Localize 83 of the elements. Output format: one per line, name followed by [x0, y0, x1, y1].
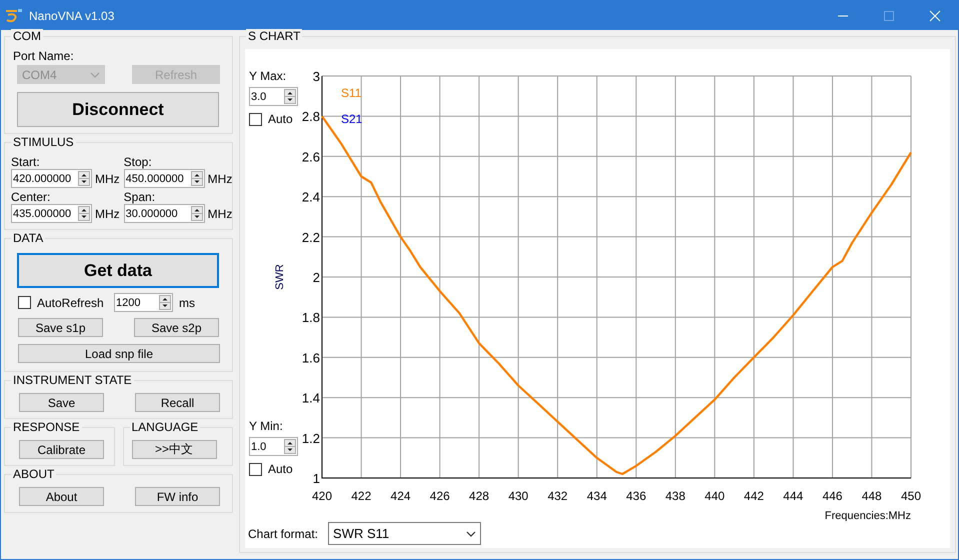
x-tick-label: 432: [548, 489, 568, 503]
about-button[interactable]: About: [19, 487, 104, 506]
close-icon: [929, 10, 941, 22]
field-label: Center:: [11, 190, 52, 204]
x-tick-label: 420: [312, 489, 332, 503]
field-label: Port Name:: [13, 49, 75, 63]
x-tick-label: 426: [430, 489, 450, 503]
x-tick-label: 434: [586, 489, 607, 503]
caret-icon: [466, 530, 476, 536]
x-tick-label: 442: [744, 489, 764, 503]
field-label: Start:: [11, 155, 41, 169]
spinner-icon[interactable]: [190, 169, 205, 188]
disconnect-button[interactable]: Disconnect: [17, 92, 219, 127]
x-tick-label: 444: [783, 489, 804, 503]
group-title: STIMULUS: [11, 135, 76, 149]
group-title: ABOUT: [11, 467, 56, 481]
axis-title: Frequencies:MHz: [824, 510, 911, 521]
window-title: NanoVNA v1.03: [29, 8, 116, 22]
checkbox-label: Auto: [268, 462, 293, 476]
y-tick-label: 1.4: [302, 390, 320, 406]
y-tick-label: 1.6: [302, 350, 320, 366]
axis-title: SWR: [274, 264, 286, 290]
group-title: INSTRUMENT STATE: [11, 373, 134, 387]
group-title: COM: [11, 29, 43, 43]
y-tick-label: 1.2: [302, 430, 320, 446]
field-label: Stop:: [124, 155, 153, 169]
field-label: Y Max:: [249, 69, 288, 83]
y-tick-label: 1: [312, 471, 320, 486]
language-button[interactable]: >>中文: [132, 440, 216, 459]
chart-format-dropdown[interactable]: SWR S11: [328, 522, 482, 545]
save-file-button[interactable]: Save s2p: [134, 318, 219, 337]
field-label: Chart format:: [248, 526, 318, 540]
x-tick-label: 438: [665, 489, 686, 503]
caret-icon: [90, 72, 100, 78]
field-label: Y Min:: [249, 419, 284, 433]
y-tick-label: 2.8: [302, 109, 320, 124]
state-button[interactable]: Save: [19, 393, 104, 412]
get-data-button[interactable]: Get data: [17, 253, 219, 288]
legend-label: S11: [341, 86, 362, 100]
y-tick-label: 2.6: [302, 149, 320, 164]
spinner-icon[interactable]: [284, 87, 298, 106]
y-tick-label: 3: [312, 69, 320, 84]
app-icon: [5, 8, 23, 24]
spinner-icon[interactable]: [78, 169, 92, 188]
unit-label: MHz: [208, 206, 232, 220]
load-file-button[interactable]: Load snp file: [18, 344, 220, 363]
about-button[interactable]: FW info: [135, 487, 220, 506]
x-tick-label: 440: [704, 489, 725, 503]
y-tick-label: 2.2: [302, 230, 320, 245]
checkbox-label: AutoRefresh: [37, 296, 104, 310]
x-tick-label: 448: [862, 489, 882, 503]
y-tick-label: 2.4: [302, 190, 320, 205]
x-tick-label: 446: [822, 489, 842, 503]
save-file-button[interactable]: Save s1p: [18, 318, 103, 337]
checkbox[interactable]: [249, 462, 262, 476]
y-tick-label: 1.8: [302, 310, 320, 326]
checkbox[interactable]: [249, 112, 262, 126]
unit-label: MHz: [208, 172, 232, 186]
checkbox-label: Auto: [268, 112, 293, 126]
state-button[interactable]: Recall: [135, 393, 220, 412]
group-title: S CHART: [246, 29, 302, 43]
group-title: DATA: [11, 231, 46, 245]
spinner-icon[interactable]: [159, 293, 173, 312]
unit-label: ms: [179, 296, 195, 310]
calibrate-button[interactable]: Calibrate: [19, 440, 104, 459]
x-tick-label: 428: [469, 489, 490, 503]
checkbox[interactable]: [18, 296, 31, 309]
unit-label: MHz: [95, 172, 120, 186]
group-title: RESPONSE: [11, 420, 82, 434]
maximize-icon: [883, 10, 895, 22]
spinner-icon[interactable]: [190, 204, 205, 223]
unit-label: MHz: [95, 206, 120, 220]
y-tick-label: 2: [312, 270, 320, 285]
spinner-icon[interactable]: [78, 204, 92, 223]
field-label: Span:: [124, 190, 156, 204]
group-title: LANGUAGE: [130, 420, 200, 434]
x-tick-label: 450: [900, 489, 922, 503]
x-tick-label: 424: [390, 489, 411, 503]
x-tick-label: 422: [351, 489, 372, 503]
legend-label: S21: [341, 112, 362, 126]
x-tick-label: 436: [626, 489, 646, 503]
x-tick-label: 430: [508, 489, 528, 503]
spinner-icon[interactable]: [284, 437, 298, 456]
